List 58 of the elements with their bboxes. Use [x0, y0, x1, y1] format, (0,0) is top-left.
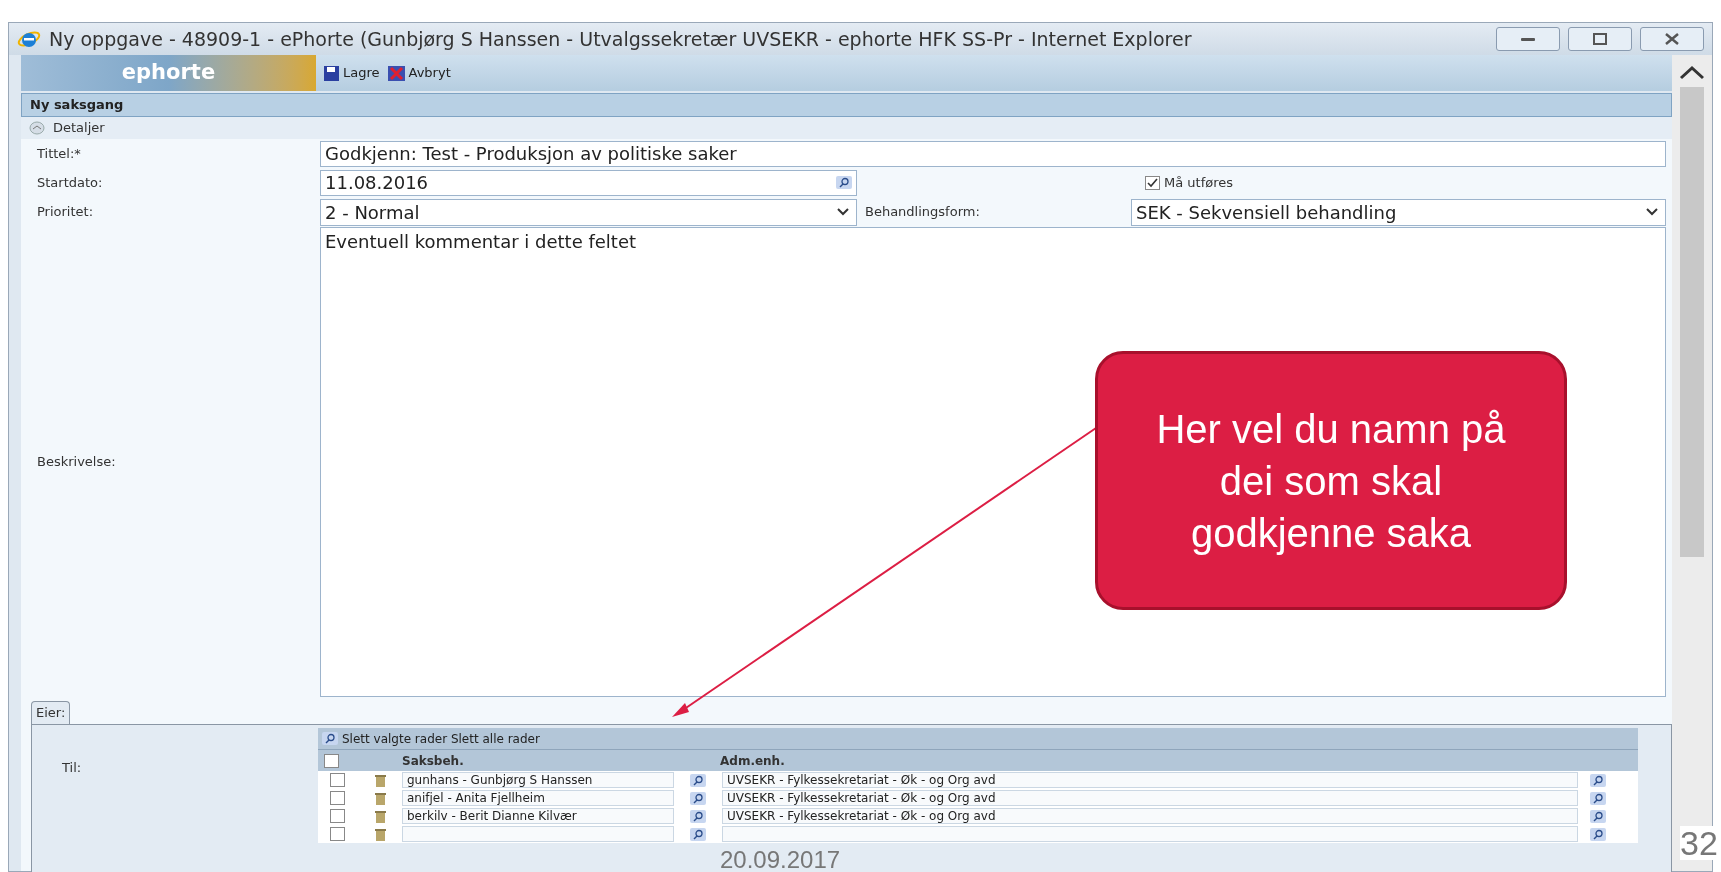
trash-icon[interactable] — [373, 827, 387, 841]
table-cell[interactable]: UVSEKR - Fylkessekretariat - Øk - og Org avd — [722, 808, 1578, 824]
field-label: Startdato: — [36, 173, 104, 192]
window-title: Ny oppgave - 48909-1 - ePhorte (Gunbjørg S Hanssen - Utvalgssekretær UVSEKR - ephorte HFK SS-Pr - Internet Explorer — [49, 26, 1193, 52]
checkbox[interactable] — [1145, 175, 1160, 190]
table-cell[interactable]: UVSEKR - Fylkessekretariat - Øk - og Org avd — [722, 772, 1578, 788]
checkbox[interactable] — [330, 773, 345, 787]
collapse-icon — [29, 121, 45, 135]
table-actions[interactable]: Slett valgte rader Slett alle rader — [342, 729, 540, 748]
search-icon[interactable] — [1590, 809, 1606, 823]
field-label: Til: — [62, 759, 82, 778]
cancel-button[interactable]: Avbryt — [387, 63, 451, 83]
priority-dropdown[interactable]: 2 - Normal — [320, 198, 857, 226]
tab[interactable]: Eier: — [31, 701, 71, 724]
processing-dropdown[interactable]: SEK - Sekvensiell behandling — [1131, 198, 1666, 226]
checkbox[interactable] — [330, 809, 345, 823]
field-label: Behandlingsform: — [864, 203, 981, 222]
search-icon[interactable] — [836, 176, 852, 189]
search-icon[interactable] — [322, 732, 338, 745]
logo-banner: ephorte — [21, 55, 316, 91]
table-cell[interactable]: berkilv - Berit Dianne Kilvær — [402, 808, 674, 824]
date-field[interactable]: 11.08.2016 — [320, 169, 857, 196]
group-title: Detaljer — [53, 119, 105, 138]
column-header: Saksbeh. — [401, 752, 465, 770]
slide-number: 32 — [1680, 826, 1718, 860]
table-cell[interactable]: UVSEKR - Fylkessekretariat - Øk - og Org avd — [722, 790, 1578, 806]
trash-icon[interactable] — [373, 773, 387, 787]
maximize-icon — [1590, 33, 1610, 45]
checkbox[interactable] — [330, 827, 345, 841]
field-label: Prioritet: — [36, 203, 95, 222]
trash-icon[interactable] — [373, 809, 387, 823]
column-header: Adm.enh. — [720, 752, 785, 770]
maximize-button[interactable] — [1568, 27, 1632, 51]
field-label: Beskrivelse: — [36, 453, 117, 472]
field-label: Tittel:* — [36, 144, 82, 163]
table-cell[interactable]: gunhans - Gunbjørg S Hanssen — [402, 772, 674, 788]
checkbox[interactable] — [324, 753, 339, 768]
table-cell[interactable] — [402, 826, 674, 842]
close-button[interactable] — [1640, 27, 1704, 51]
trash-icon[interactable] — [373, 791, 387, 805]
search-icon[interactable] — [690, 773, 706, 787]
checkbox[interactable] — [330, 791, 345, 805]
search-icon[interactable] — [690, 809, 706, 823]
save-button[interactable]: Lagre — [324, 63, 380, 83]
table-cell[interactable] — [722, 826, 1578, 842]
slide-date: 20.09.2017 — [720, 848, 841, 872]
minimize-button[interactable] — [1496, 27, 1560, 51]
section-header: Ny saksgang — [21, 93, 1672, 117]
search-icon[interactable] — [1590, 827, 1606, 841]
search-icon[interactable] — [690, 827, 706, 841]
checkbox-label: Må utføres — [1164, 173, 1233, 192]
table-cell[interactable]: anifjel - Anita Fjellheim — [402, 790, 674, 806]
search-icon[interactable] — [690, 791, 706, 805]
callout: Her vel du namn på dei som skal godkjenne saka — [1095, 351, 1567, 610]
cancel-icon — [387, 65, 405, 81]
title-field[interactable]: Godkjenn: Test - Produksjon av politiske saker — [320, 140, 1666, 167]
search-icon[interactable] — [1590, 791, 1606, 805]
search-icon[interactable] — [1590, 773, 1606, 787]
